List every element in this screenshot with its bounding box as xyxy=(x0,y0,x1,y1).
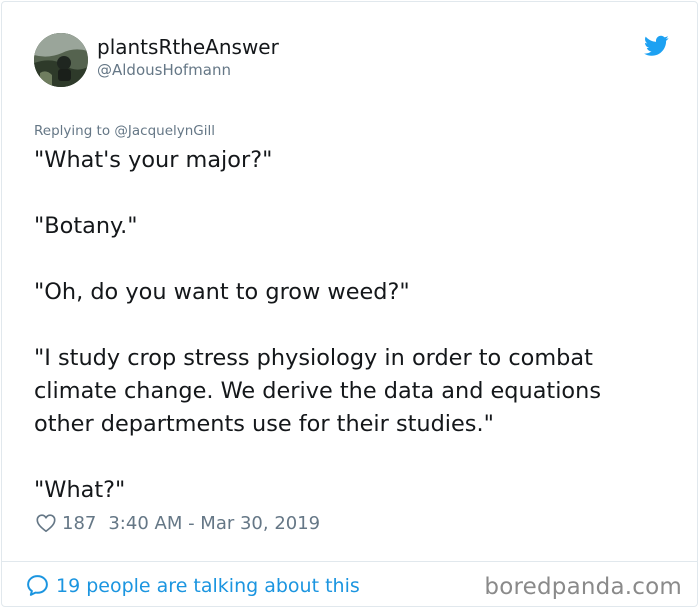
conversation-link[interactable]: 19 people are talking about this xyxy=(25,573,360,598)
tweet-paragraph: "What?" xyxy=(34,477,126,503)
divider xyxy=(2,561,697,562)
tweet-paragraph: "I study crop stress physiology in order… xyxy=(34,345,601,437)
user-handle[interactable]: @AldousHofmann xyxy=(97,61,231,79)
display-name[interactable]: plantsRtheAnswer xyxy=(97,34,279,60)
speech-bubble-icon xyxy=(27,575,48,596)
tweet-paragraph: "What's your major?" xyxy=(34,147,273,173)
tweet-card: plantsRtheAnswer @AldousHofmann Replying… xyxy=(1,1,698,607)
replying-to[interactable]: Replying to @JacquelynGill xyxy=(34,122,215,140)
tweet-paragraph: "Botany." xyxy=(34,213,138,239)
twitter-bird-icon[interactable] xyxy=(644,35,669,57)
heart-icon[interactable] xyxy=(35,512,57,534)
conversation-text[interactable]: 19 people are talking about this xyxy=(56,575,360,597)
like-count[interactable]: 187 xyxy=(62,513,96,534)
avatar-photo xyxy=(34,33,88,87)
tweet-paragraph: "Oh, do you want to grow weed?" xyxy=(34,279,410,305)
tweet-text: "What's your major?" "Botany." "Oh, do y… xyxy=(34,144,674,507)
avatar[interactable] xyxy=(34,33,88,87)
timestamp[interactable]: 3:40 AM - Mar 30, 2019 xyxy=(108,513,320,534)
watermark: boredpanda.com xyxy=(484,574,682,600)
tweet-meta: 187 3:40 AM - Mar 30, 2019 xyxy=(35,511,320,535)
